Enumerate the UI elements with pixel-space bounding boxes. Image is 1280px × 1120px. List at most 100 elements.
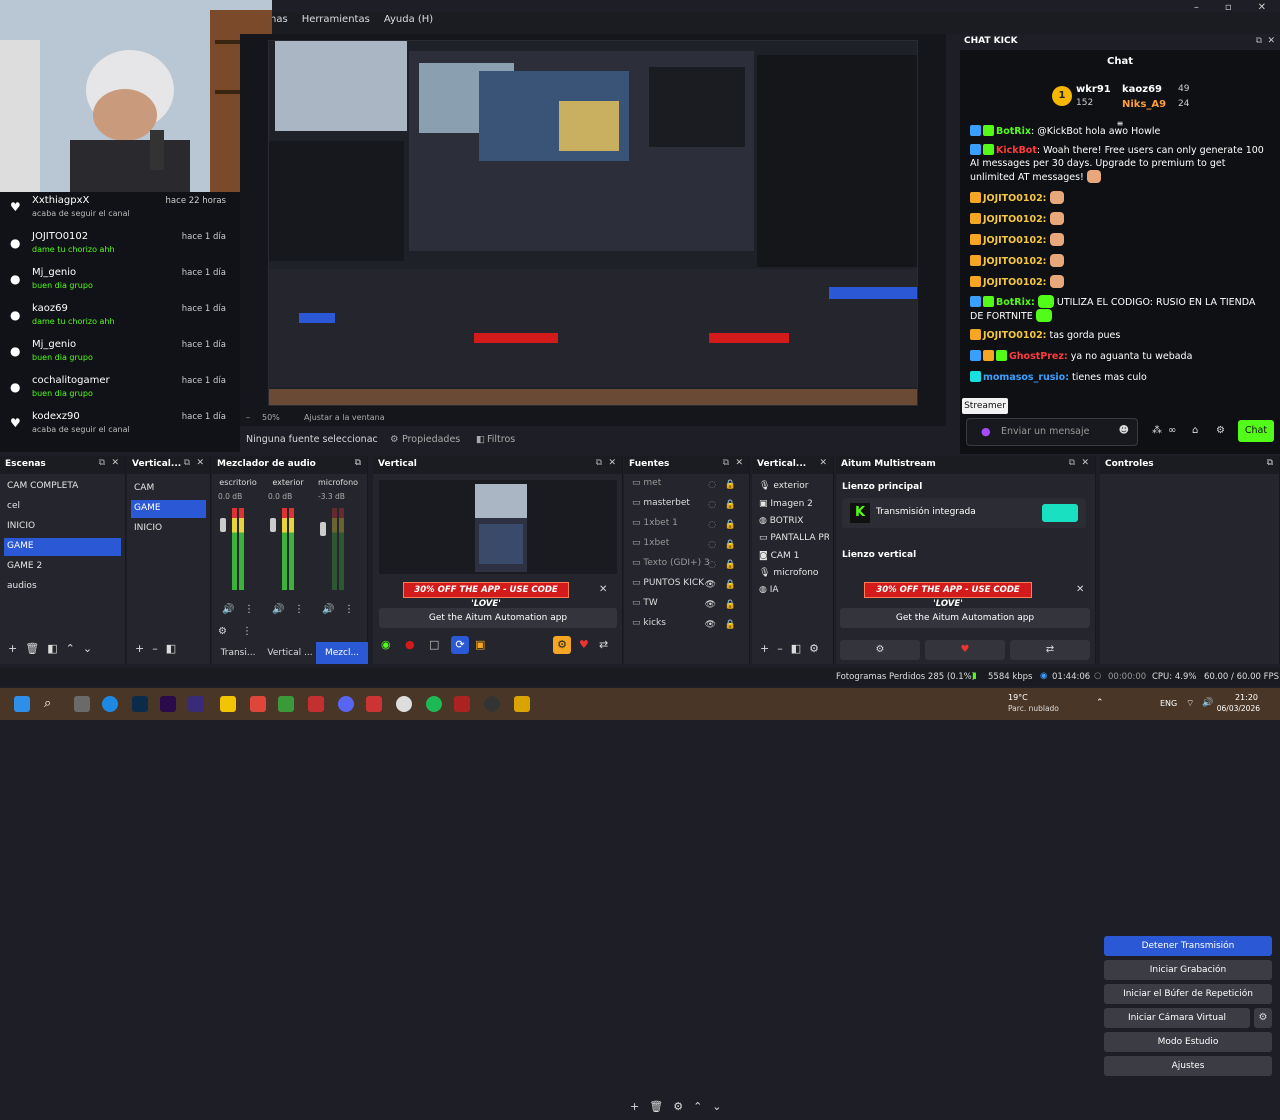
share-icon[interactable]: ⇄	[599, 638, 615, 654]
lock-icon[interactable]: 🔒	[725, 560, 736, 570]
scene-item[interactable]: audios	[4, 578, 121, 596]
chat-user[interactable]: momasos_rusio:	[983, 372, 1069, 383]
aitum-cta-button[interactable]: Get the Aitum Automation app	[840, 608, 1090, 628]
chrome-icon[interactable]	[396, 696, 412, 712]
aitum-cta-button[interactable]: Get the Aitum Automation app	[379, 608, 617, 628]
promo-banner[interactable]: 30% OFF THE APP - USE CODE 'LOVE'	[864, 582, 1032, 609]
record-icon[interactable]: ●	[405, 638, 421, 654]
vertical-preview[interactable]	[379, 480, 617, 574]
close-icon[interactable]: ✕	[1081, 458, 1089, 468]
mixer-settings-icon[interactable]: ⚙	[218, 626, 227, 637]
source-item[interactable]: ▭ TW 👁 🔒	[632, 598, 742, 616]
filters-button[interactable]: Filtros	[487, 434, 515, 445]
edge-icon[interactable]	[102, 696, 118, 712]
chat-user[interactable]: JOJITO0102:	[983, 235, 1046, 246]
more-icon[interactable]: ⋮	[242, 626, 252, 637]
app-icon[interactable]	[454, 696, 470, 712]
source-item[interactable]: ▭ 1xbet ◌ 🔒	[632, 538, 742, 556]
vertical-scene-item[interactable]: INICIO	[131, 520, 206, 538]
chat-user[interactable]: JOJITO0102:	[983, 256, 1046, 267]
gear-icon[interactable]: ⚙	[809, 642, 819, 655]
chat-input[interactable]: ● Enviar un mensaje ☻	[966, 418, 1138, 446]
infinity-icon[interactable]: ∞	[1168, 425, 1176, 436]
vertical-source-item[interactable]: ◍ IA	[756, 582, 829, 600]
filter-icon[interactable]: ◧	[791, 642, 801, 655]
lock-icon[interactable]: 🔒	[725, 540, 736, 550]
menu-item-help[interactable]: Ayuda (H)	[384, 14, 433, 25]
float-icon[interactable]: ⧉	[1256, 36, 1262, 46]
float-icon[interactable]: ⧉	[1267, 458, 1273, 468]
spotify-icon[interactable]	[426, 696, 442, 712]
menu-item-nas[interactable]: nas	[270, 14, 288, 25]
float-icon[interactable]: ⧉	[1069, 458, 1075, 468]
wifi-icon[interactable]: ⌔	[1186, 698, 1194, 709]
vertical-source-item[interactable]: 🎙 microfono	[756, 565, 829, 583]
more-icon[interactable]: ⋮	[294, 604, 304, 615]
virtual-camera-button[interactable]: Iniciar Cámara Virtual	[1104, 1008, 1250, 1028]
close-icon[interactable]: ✕	[111, 458, 119, 468]
scene-item[interactable]: CAM COMPLETA	[4, 478, 121, 496]
source-item[interactable]: ▭ kicks 👁 🔒	[632, 618, 742, 636]
store-icon[interactable]: ⌂	[1192, 425, 1198, 436]
source-item[interactable]: ▭ masterbet ◌ 🔒	[632, 498, 742, 516]
filter-icon[interactable]: ◧	[47, 642, 57, 655]
points-icon[interactable]: ⁂	[1152, 425, 1162, 436]
brave-icon[interactable]	[308, 696, 324, 712]
chat-user[interactable]: BotRix:	[996, 297, 1035, 308]
scene-item[interactable]: GAME 2	[4, 558, 121, 576]
eye-off-icon[interactable]: ◌	[708, 560, 716, 570]
folder-icon[interactable]	[220, 696, 236, 712]
speaker-icon[interactable]: 🔊	[272, 604, 284, 615]
tab-vertical[interactable]: Vertical ...	[264, 642, 316, 664]
windows-start-icon[interactable]	[14, 696, 30, 712]
volume-icon[interactable]: 🔊	[1202, 698, 1213, 708]
chat-user[interactable]: GhostPrez:	[1009, 351, 1068, 362]
volume-slider[interactable]	[220, 518, 226, 532]
vertical-source-item[interactable]: ▣ Imagen 2	[756, 496, 829, 514]
stop-stream-button[interactable]: Detener Transmisión	[1104, 936, 1272, 956]
clock-time[interactable]: 21:20	[1218, 693, 1258, 702]
stream-icon[interactable]: ◉	[381, 638, 397, 654]
photoshop-icon[interactable]	[132, 696, 148, 712]
app-icon[interactable]	[250, 696, 266, 712]
maximize-icon[interactable]: ▫	[1225, 2, 1232, 13]
lock-icon[interactable]: 🔒	[725, 520, 736, 530]
chat-send-button[interactable]: Chat	[1238, 420, 1274, 442]
heart-icon[interactable]: ♥	[925, 640, 1005, 660]
tray-chevron-icon[interactable]: ⌃	[1096, 698, 1104, 708]
chat-user[interactable]: JOJITO0102:	[983, 214, 1046, 225]
close-icon[interactable]: ✕	[1258, 2, 1266, 13]
premiere-icon[interactable]	[160, 696, 176, 712]
close-icon[interactable]: ✕	[735, 458, 743, 468]
lock-icon[interactable]: 🔒	[725, 580, 736, 590]
chat-user[interactable]: JOJITO0102:	[983, 277, 1046, 288]
promo-banner[interactable]: 30% OFF THE APP - USE CODE 'LOVE'	[403, 582, 569, 609]
vertical-source-item[interactable]: ◙ CAM 1	[756, 548, 829, 566]
filter-icon[interactable]: ◧	[166, 642, 176, 655]
emoji-icon[interactable]: ☻	[1119, 425, 1129, 436]
gear-icon[interactable]: ⚙	[840, 640, 920, 660]
eye-off-icon[interactable]: ◌	[708, 480, 716, 490]
trash-icon[interactable]: 🗑	[649, 1100, 663, 1113]
eye-off-icon[interactable]: ◌	[708, 500, 716, 510]
zoom-level[interactable]: 50%	[262, 413, 280, 422]
tab-transitions[interactable]: Transi...	[212, 642, 264, 664]
minimize-icon[interactable]: –	[1194, 2, 1199, 13]
studio-mode-button[interactable]: Modo Estudio	[1104, 1032, 1272, 1052]
vertical-scene-item-selected[interactable]: GAME	[131, 500, 206, 518]
chat-user[interactable]: BotRix	[996, 126, 1031, 137]
vertical-source-item[interactable]: ◍ BOTRIX	[756, 513, 829, 531]
gear-icon[interactable]: ⚙	[1216, 425, 1225, 436]
float-icon[interactable]: ⧉	[355, 458, 361, 468]
close-icon[interactable]: ✕	[599, 584, 607, 595]
remove-icon[interactable]: –	[152, 642, 158, 655]
app-icon[interactable]	[514, 696, 530, 712]
close-icon[interactable]: ✕	[819, 458, 827, 468]
add-icon[interactable]: +	[135, 642, 144, 655]
eye-icon[interactable]: 👁	[705, 620, 716, 630]
down-icon[interactable]: ⌄	[712, 1100, 721, 1113]
speaker-icon[interactable]: 🔊	[322, 604, 334, 615]
scene-item[interactable]: INICIO	[4, 518, 121, 536]
zoom-minus-icon[interactable]: –	[246, 413, 250, 422]
vertical-source-item[interactable]: ▭ PANTALLA PRI	[756, 530, 829, 548]
